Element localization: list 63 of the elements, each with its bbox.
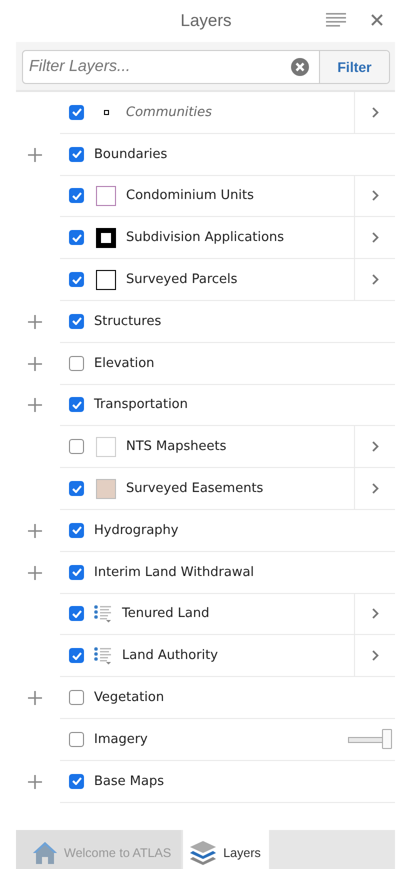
layer-checkbox[interactable] (69, 314, 84, 329)
layer-name: Subdivision Applications (126, 230, 284, 246)
legend-list-icon (94, 646, 112, 665)
home-icon (32, 840, 58, 864)
layer-checkbox[interactable] (69, 356, 84, 371)
chevron-right-icon[interactable] (372, 106, 378, 118)
expand-icon[interactable] (28, 148, 42, 162)
layer-checkbox[interactable] (69, 397, 84, 412)
layer-checkbox[interactable] (69, 690, 84, 706)
chevron-right-icon[interactable] (372, 190, 378, 202)
layer-checkbox[interactable] (69, 774, 84, 789)
layer-checkbox[interactable] (69, 272, 84, 288)
layer-name: Surveyed Parcels (126, 272, 238, 288)
clear-icon[interactable] (291, 58, 309, 76)
chevron-right-icon[interactable] (372, 232, 378, 244)
layer-checkbox[interactable] (69, 564, 84, 580)
layer-name: Condominium Units (126, 188, 254, 204)
layer-name: Vegetation (94, 690, 164, 706)
layer-checkbox[interactable] (69, 188, 84, 204)
layer-name: Transportation (94, 397, 188, 412)
close-icon[interactable] (371, 14, 383, 26)
expand-icon[interactable] (28, 691, 42, 706)
expand-icon[interactable] (28, 566, 42, 580)
layer-checkbox[interactable] (69, 648, 84, 664)
chevron-right-icon[interactable] (372, 650, 378, 662)
point-symbol-icon (104, 110, 108, 115)
layer-name: Base Maps (94, 774, 164, 789)
expand-icon[interactable] (28, 314, 42, 329)
expand-icon[interactable] (28, 398, 42, 412)
expand-icon[interactable] (28, 356, 42, 371)
chevron-right-icon[interactable] (372, 441, 378, 452)
layer-name: Interim Land Withdrawal (94, 564, 254, 580)
chevron-right-icon[interactable] (372, 274, 378, 286)
layer-checkbox[interactable] (69, 481, 84, 496)
expand-icon[interactable] (28, 524, 42, 538)
legend-list-icon (94, 604, 112, 623)
layer-checkbox[interactable] (69, 522, 84, 538)
layer-name: Boundaries (94, 146, 168, 162)
expand-icon[interactable] (28, 774, 42, 789)
layers-icon (189, 840, 218, 866)
layer-checkbox[interactable] (69, 104, 84, 120)
slider-thumb[interactable] (382, 729, 392, 750)
chevron-right-icon[interactable] (372, 608, 378, 620)
layer-name: Land Authority (122, 648, 218, 664)
layer-name: Surveyed Easements (126, 481, 264, 496)
layer-name: NTS Mapsheets (126, 439, 226, 454)
layer-checkbox[interactable] (69, 230, 84, 246)
layer-checkbox[interactable] (69, 439, 84, 454)
layer-checkbox[interactable] (69, 606, 84, 622)
chevron-right-icon[interactable] (372, 483, 378, 494)
layer-name: Hydrography (94, 522, 178, 538)
layer-name: Communities (126, 104, 212, 120)
panel-tab[interactable]: Layers (183, 830, 269, 869)
layer-checkbox[interactable] (69, 732, 84, 747)
layer-name: Elevation (94, 356, 154, 371)
menu-icon[interactable] (326, 13, 346, 27)
layer-name: Structures (94, 314, 162, 329)
layer-name: Imagery (94, 732, 148, 747)
panel-title: Layers (180, 11, 232, 31)
filter-button[interactable]: Filter (319, 51, 389, 83)
layer-name: Tenured Land (122, 606, 210, 622)
layer-checkbox[interactable] (69, 146, 84, 162)
filter-field[interactable]: Filter Layers... Filter (22, 50, 390, 84)
